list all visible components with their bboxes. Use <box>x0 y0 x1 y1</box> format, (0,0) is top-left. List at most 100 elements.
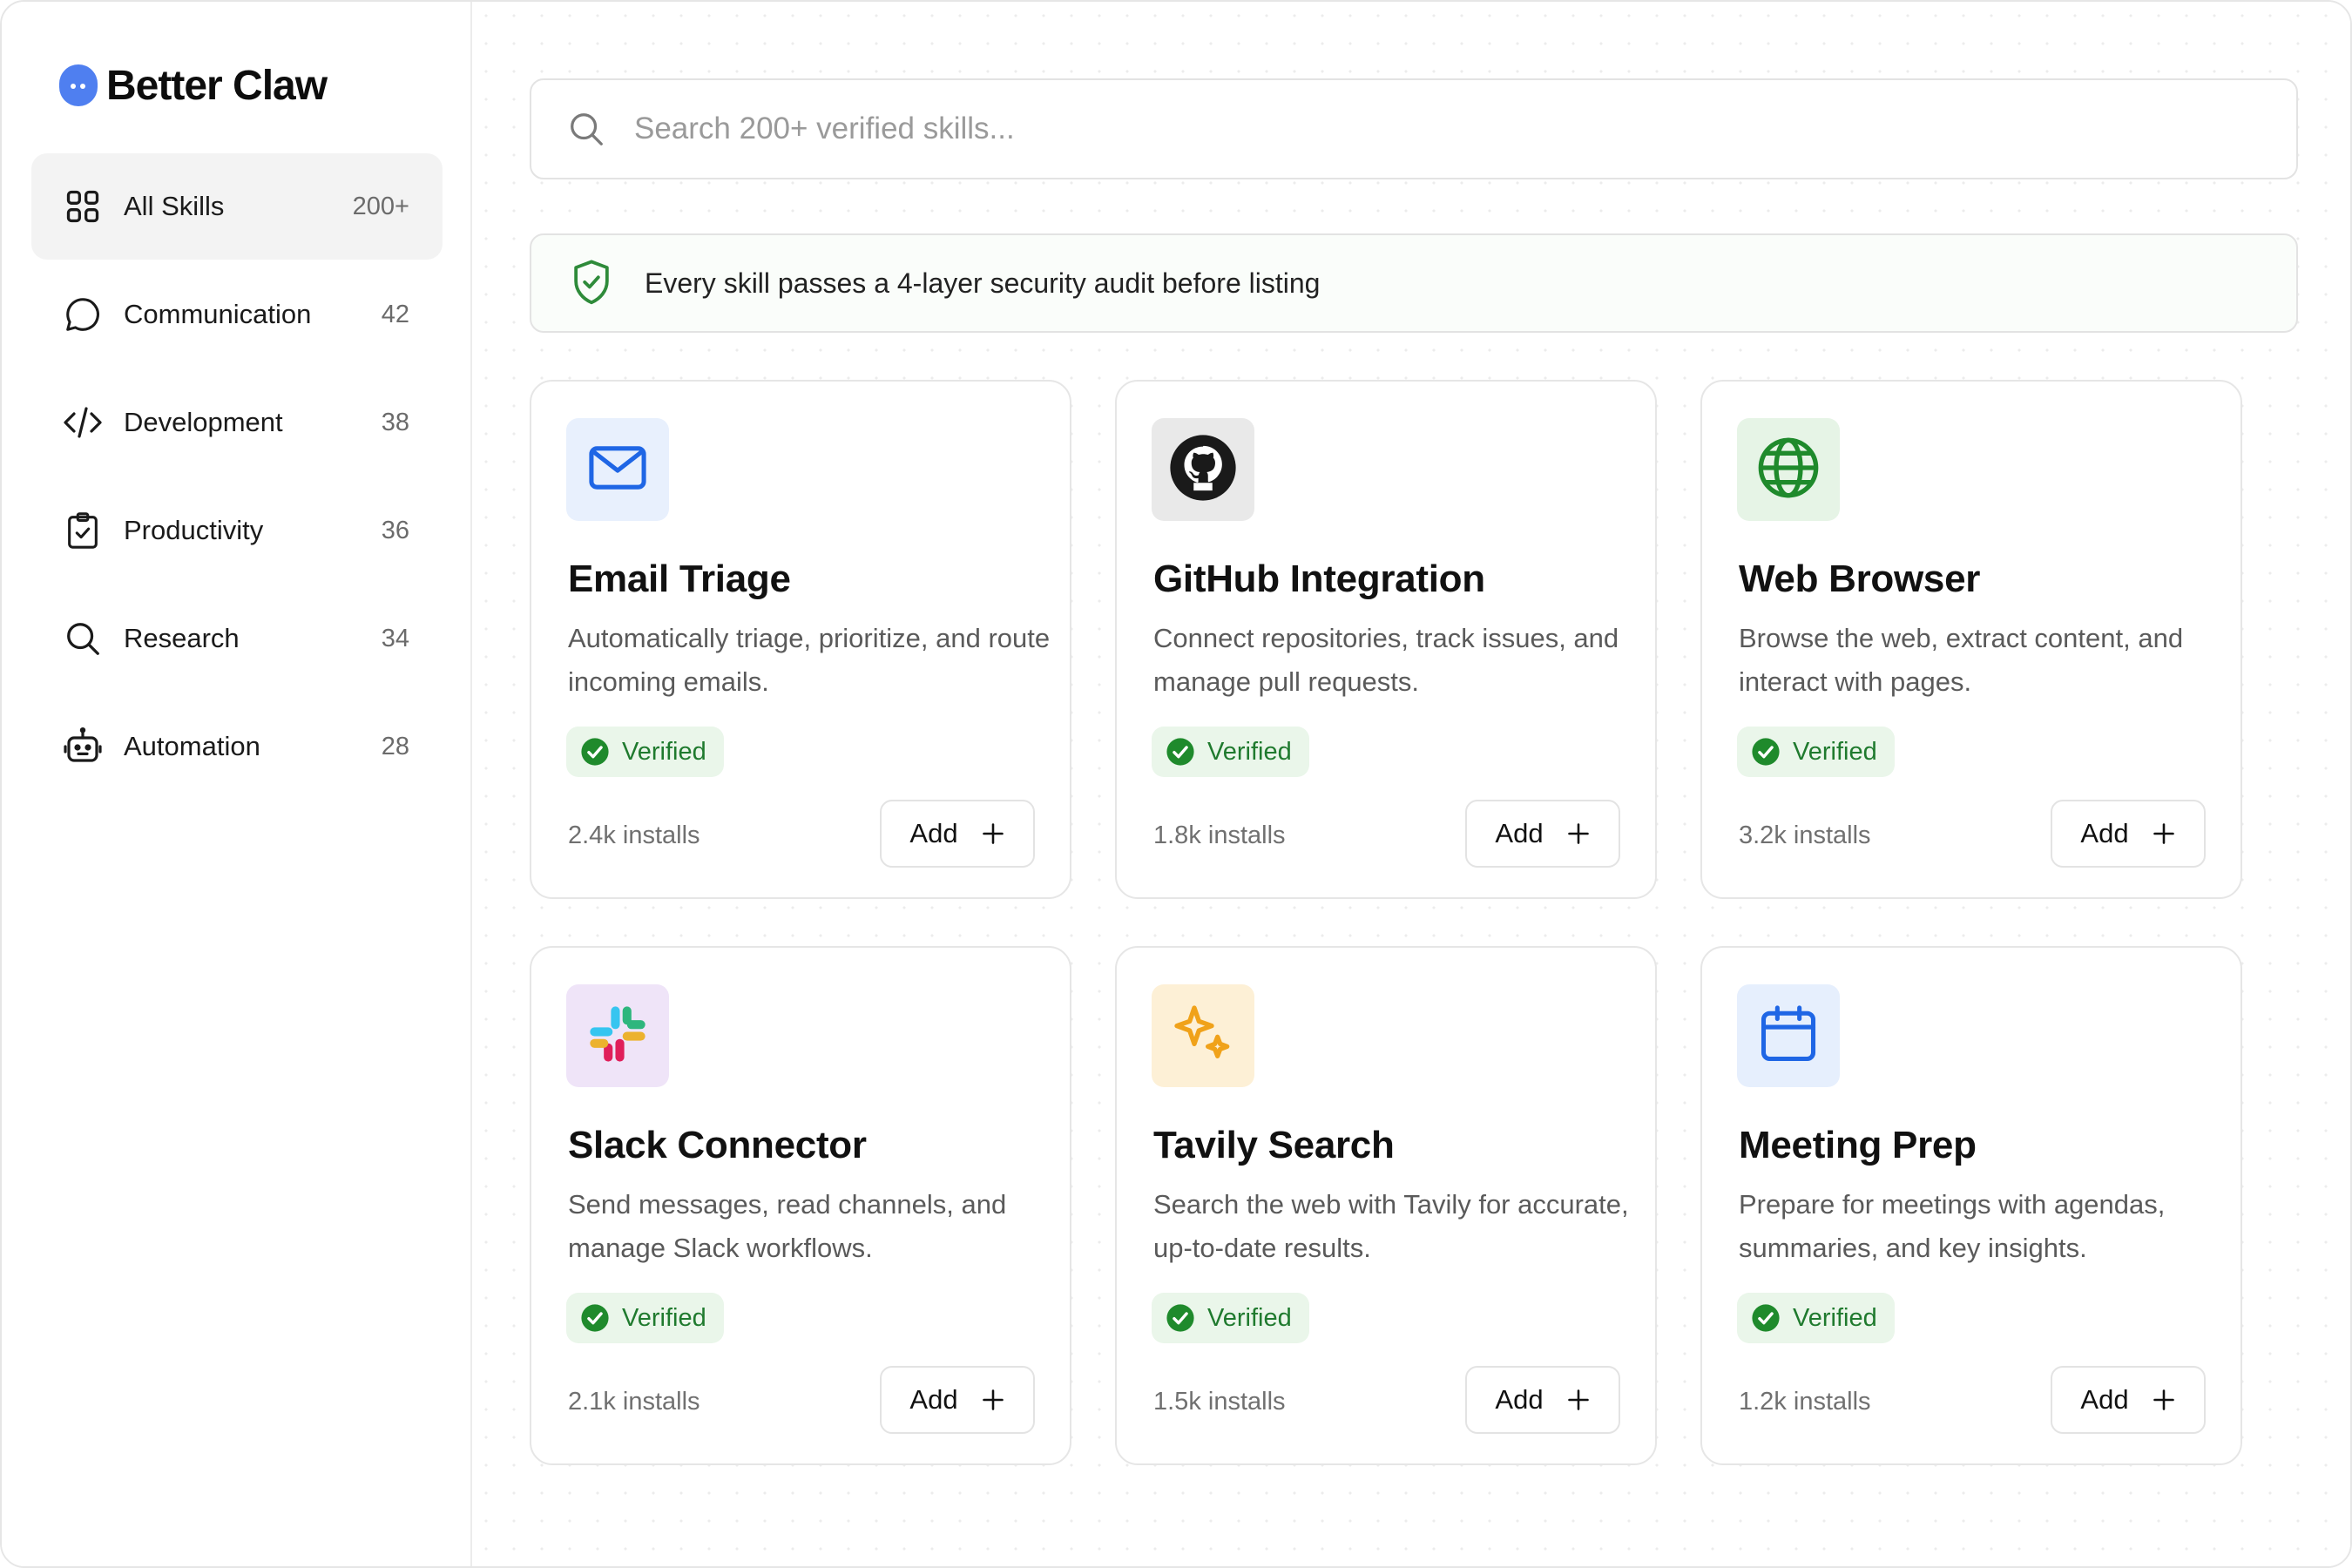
sidebar-item-development[interactable]: Development 38 <box>31 369 443 476</box>
skill-title: Tavily Search <box>1153 1124 1395 1166</box>
add-button-label: Add <box>1495 1384 1544 1415</box>
code-icon <box>61 401 105 444</box>
skill-card-slack-connector[interactable]: Slack Connector Send messages, read chan… <box>530 946 1071 1465</box>
sidebar-item-count: 38 <box>381 408 409 436</box>
check-circle-icon <box>580 1303 610 1333</box>
install-count: 1.2k installs <box>1739 1388 1871 1416</box>
sidebar-item-all-skills[interactable]: All Skills 200+ <box>31 153 443 260</box>
sidebar-item-count: 36 <box>381 516 409 544</box>
plus-icon <box>981 821 1005 846</box>
check-circle-icon <box>1166 737 1195 767</box>
sidebar-item-automation[interactable]: Automation 28 <box>31 693 443 800</box>
install-count: 3.2k installs <box>1739 821 1871 849</box>
skill-card-tavily-search[interactable]: Tavily Search Search the web with Tavily… <box>1115 946 1657 1465</box>
add-button-label: Add <box>909 1384 958 1415</box>
add-button-label: Add <box>1495 818 1544 848</box>
skill-icon-tile <box>1152 984 1254 1087</box>
sidebar-item-count: 200+ <box>352 192 409 220</box>
verified-badge: Verified <box>1152 1293 1309 1343</box>
check-circle-icon <box>1751 737 1781 767</box>
skill-icon-tile <box>1737 984 1840 1087</box>
mail-icon <box>585 435 651 505</box>
skill-description: Browse the web, extract content, and int… <box>1739 623 2184 697</box>
sidebar-item-label: Automation <box>124 731 260 761</box>
check-circle-icon <box>580 737 610 767</box>
add-button-label: Add <box>2080 1384 2129 1415</box>
skill-description: Connect repositories, track issues, and … <box>1153 623 1619 697</box>
verified-label: Verified <box>1207 737 1292 766</box>
slack-icon <box>585 1001 651 1071</box>
install-count: 1.5k installs <box>1153 1388 1286 1416</box>
add-skill-button[interactable]: Add <box>2051 800 2206 868</box>
skill-card-meeting-prep[interactable]: Meeting Prep Prepare for meetings with a… <box>1700 946 2242 1465</box>
skill-title: Meeting Prep <box>1739 1124 1977 1166</box>
clipboard-check-icon <box>61 509 105 552</box>
skill-card-web-browser[interactable]: Web Browser Browse the web, extract cont… <box>1700 380 2242 899</box>
add-skill-button[interactable]: Add <box>880 800 1035 868</box>
plus-icon <box>1566 1388 1591 1412</box>
add-skill-button[interactable]: Add <box>2051 1366 2206 1434</box>
sidebar-item-communication[interactable]: Communication 42 <box>31 261 443 368</box>
sidebar-item-label: Communication <box>124 299 312 329</box>
verified-label: Verified <box>622 737 706 766</box>
github-icon <box>1166 430 1240 510</box>
sidebar-item-count: 28 <box>381 732 409 760</box>
sidebar-item-productivity[interactable]: Productivity 36 <box>31 477 443 584</box>
sidebar-item-label: All Skills <box>124 191 225 221</box>
app-window: Better Claw All Skills 200+ Communicatio… <box>0 0 2352 1568</box>
calendar-icon <box>1755 1001 1821 1071</box>
globe-icon <box>1754 433 1823 507</box>
sidebar: Better Claw All Skills 200+ Communicatio… <box>2 2 472 1566</box>
add-skill-button[interactable]: Add <box>1465 800 1620 868</box>
install-count: 2.4k installs <box>568 821 700 849</box>
add-button-label: Add <box>2080 818 2129 848</box>
sparkle-icon <box>1168 999 1238 1073</box>
verified-label: Verified <box>1793 1303 1877 1332</box>
security-notice: Every skill passes a 4-layer security au… <box>530 233 2298 333</box>
brand-logo-icon <box>59 64 98 106</box>
check-circle-icon <box>1166 1303 1195 1333</box>
skill-description: Prepare for meetings with agendas, summa… <box>1739 1189 2166 1263</box>
sidebar-item-count: 34 <box>381 624 409 652</box>
skill-description: Search the web with Tavily for accurate,… <box>1153 1189 1629 1263</box>
magnifier-icon <box>61 617 105 660</box>
add-button-label: Add <box>909 818 958 848</box>
plus-icon <box>1566 821 1591 846</box>
sidebar-item-research[interactable]: Research 34 <box>31 585 443 692</box>
sidebar-item-label: Productivity <box>124 515 264 545</box>
search-bar[interactable] <box>530 78 2298 179</box>
main-content: Every skill passes a 4-layer security au… <box>472 2 2350 1566</box>
verified-badge: Verified <box>1737 727 1895 777</box>
security-notice-text: Every skill passes a 4-layer security au… <box>645 267 1321 299</box>
install-count: 2.1k installs <box>568 1388 700 1416</box>
verified-badge: Verified <box>1152 727 1309 777</box>
plus-icon <box>981 1388 1005 1412</box>
skill-description: Send messages, read channels, and manage… <box>568 1189 1007 1263</box>
brand-name: Better Claw <box>106 62 328 109</box>
verified-label: Verified <box>1793 737 1877 766</box>
skill-card-github-integration[interactable]: GitHub Integration Connect repositories,… <box>1115 380 1657 899</box>
skill-icon-tile <box>1737 418 1840 521</box>
verified-label: Verified <box>1207 1303 1292 1332</box>
skill-icon-tile <box>566 984 669 1087</box>
skill-title: Email Triage <box>568 558 791 600</box>
shield-check-icon <box>568 258 615 308</box>
category-nav: All Skills 200+ Communication 42 Develop… <box>31 153 443 801</box>
verified-label: Verified <box>622 1303 706 1332</box>
grid-icon <box>61 185 105 228</box>
skill-description: Automatically triage, prioritize, and ro… <box>568 623 1051 697</box>
add-skill-button[interactable]: Add <box>1465 1366 1620 1434</box>
sidebar-item-count: 42 <box>381 300 409 328</box>
sidebar-item-label: Development <box>124 407 283 437</box>
add-skill-button[interactable]: Add <box>880 1366 1035 1434</box>
search-input[interactable] <box>632 111 2204 147</box>
verified-badge: Verified <box>566 727 724 777</box>
skill-title: Slack Connector <box>568 1124 867 1166</box>
skill-icon-tile <box>1152 418 1254 521</box>
verified-badge: Verified <box>1737 1293 1895 1343</box>
robot-icon <box>61 725 105 768</box>
check-circle-icon <box>1751 1303 1781 1333</box>
plus-icon <box>2152 821 2176 846</box>
skill-card-email-triage[interactable]: Email Triage Automatically triage, prior… <box>530 380 1071 899</box>
brand[interactable]: Better Claw <box>59 59 328 112</box>
